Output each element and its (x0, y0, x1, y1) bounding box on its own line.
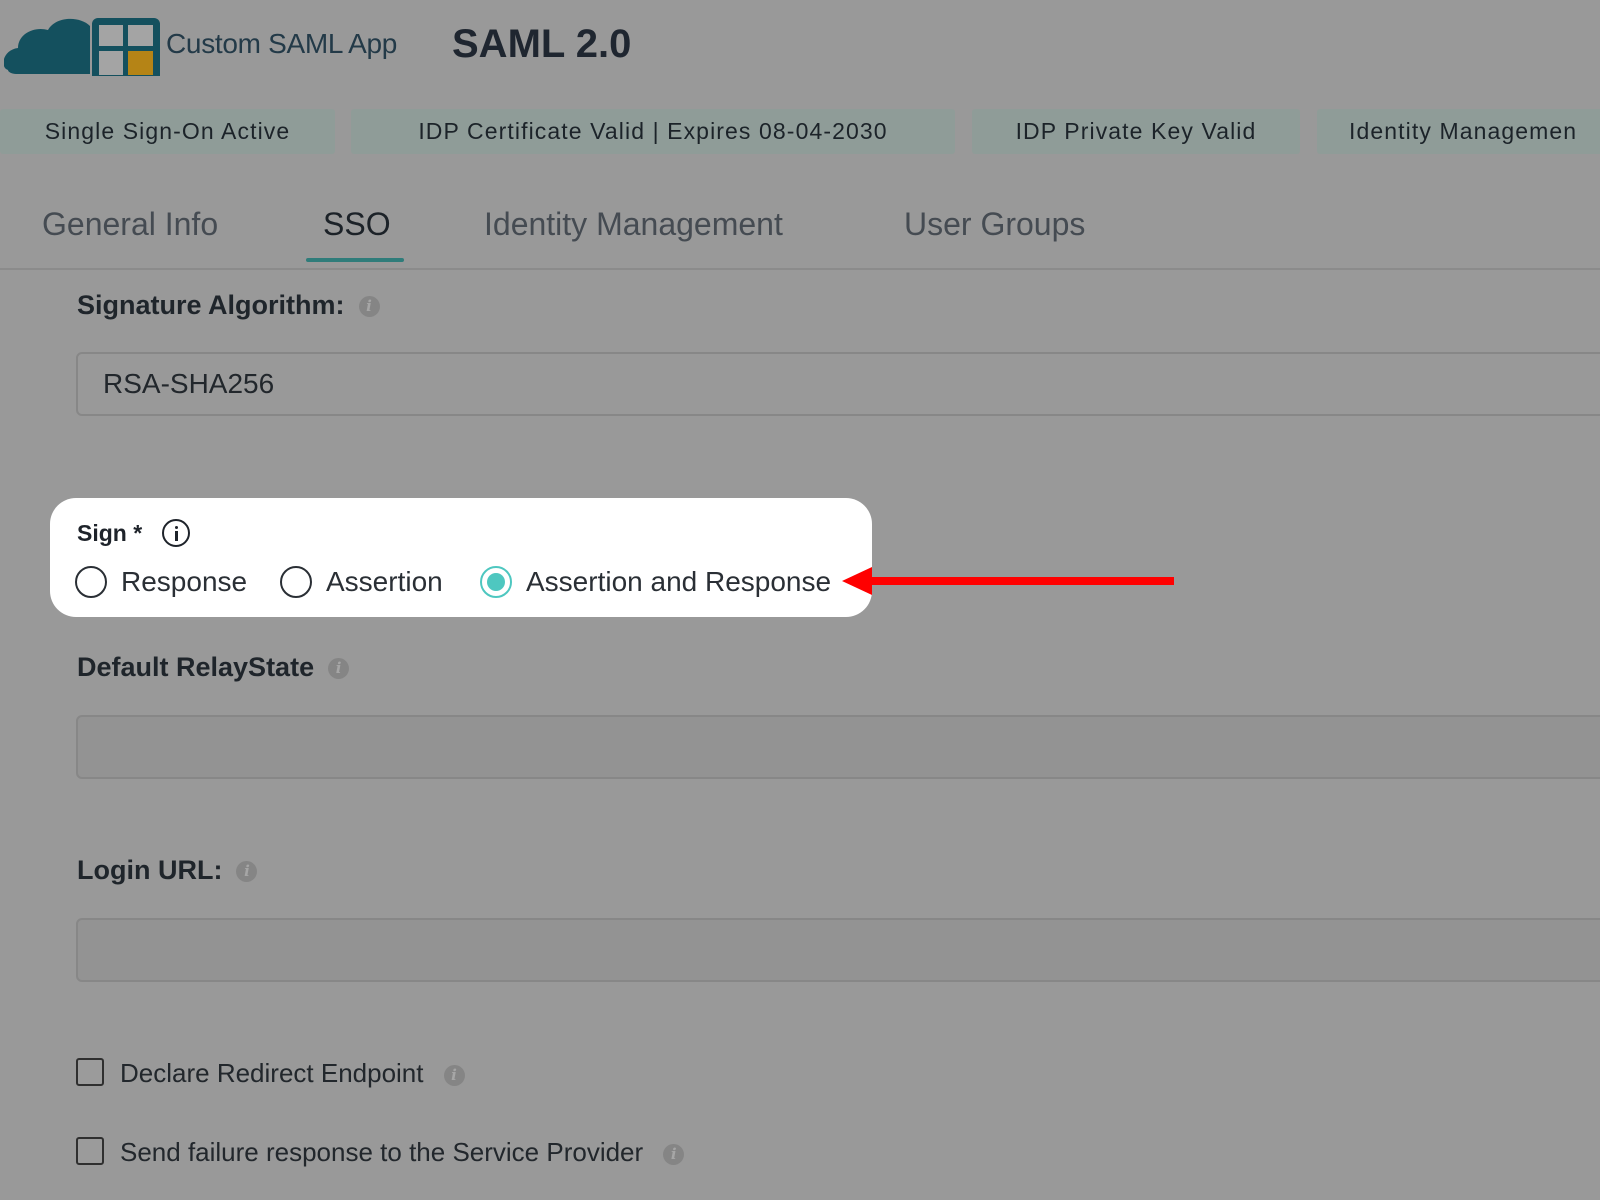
active-tab-indicator (306, 258, 404, 262)
radio-label: Response (121, 566, 248, 597)
signature-algorithm-label: Signature Algorithm: i (77, 290, 380, 321)
status-badge-identity-management: Identity Managemen (1317, 109, 1600, 154)
signature-algorithm-field[interactable]: RSA-SHA256 (76, 352, 1600, 416)
app-logo (4, 18, 160, 76)
radio-button-selected[interactable] (480, 566, 512, 598)
login-url-label-text: Login URL: (77, 855, 223, 885)
app-header: Custom SAML App SAML 2.0 (0, 0, 1600, 92)
cloud-icon (4, 19, 90, 74)
login-url-input[interactable] (76, 918, 1600, 982)
status-badge-certificate: IDP Certificate Valid | Expires 08-04-20… (351, 109, 955, 154)
login-url-label: Login URL: i (77, 855, 258, 886)
radio-label: Assertion and Response (526, 566, 832, 597)
signature-algorithm-label-text: Signature Algorithm: (77, 290, 345, 320)
tab-general-info[interactable]: General Info (42, 206, 218, 243)
info-icon[interactable]: i (236, 861, 258, 883)
tab-user-groups[interactable]: User Groups (904, 206, 1085, 243)
protocol-title: SAML 2.0 (452, 22, 632, 66)
declare-redirect-endpoint-checkbox[interactable] (76, 1058, 104, 1086)
info-icon[interactable]: i (328, 658, 350, 680)
sign-label: Sign * (77, 520, 143, 546)
checkbox-label-text: Send failure response to the Service Pro… (120, 1137, 644, 1167)
sign-options-card: Sign * Response Assertion Assertion and … (50, 498, 872, 617)
status-badges: Single Sign-On Active IDP Certificate Va… (0, 109, 1600, 154)
default-relaystate-label-text: Default RelayState (77, 652, 315, 682)
info-circle-icon[interactable] (162, 519, 190, 547)
app-name: Custom SAML App (166, 28, 398, 59)
tab-sso[interactable]: SSO (323, 206, 391, 243)
default-relaystate-label: Default RelayState i (77, 652, 350, 683)
annotation-arrow-icon (842, 567, 1174, 595)
status-badge-private-key: IDP Private Key Valid (972, 109, 1300, 154)
send-failure-response-checkbox[interactable] (76, 1137, 104, 1165)
tab-bar: General Info SSO Identity Management Use… (0, 190, 1600, 270)
radio-label: Assertion (326, 566, 443, 597)
status-badge-sso: Single Sign-On Active (0, 109, 335, 154)
checkbox-label: Declare Redirect Endpoint i (120, 1057, 465, 1089)
radio-button[interactable] (280, 566, 312, 598)
checkbox-label-text: Declare Redirect Endpoint (120, 1058, 424, 1088)
info-icon[interactable]: i (358, 296, 380, 318)
checkbox-label: Send failure response to the Service Pro… (120, 1136, 685, 1168)
tab-identity-management[interactable]: Identity Management (484, 206, 783, 243)
info-icon[interactable]: i (443, 1064, 465, 1086)
default-relaystate-input[interactable] (76, 715, 1600, 779)
radio-button[interactable] (75, 566, 107, 598)
info-icon[interactable]: i (663, 1143, 685, 1165)
